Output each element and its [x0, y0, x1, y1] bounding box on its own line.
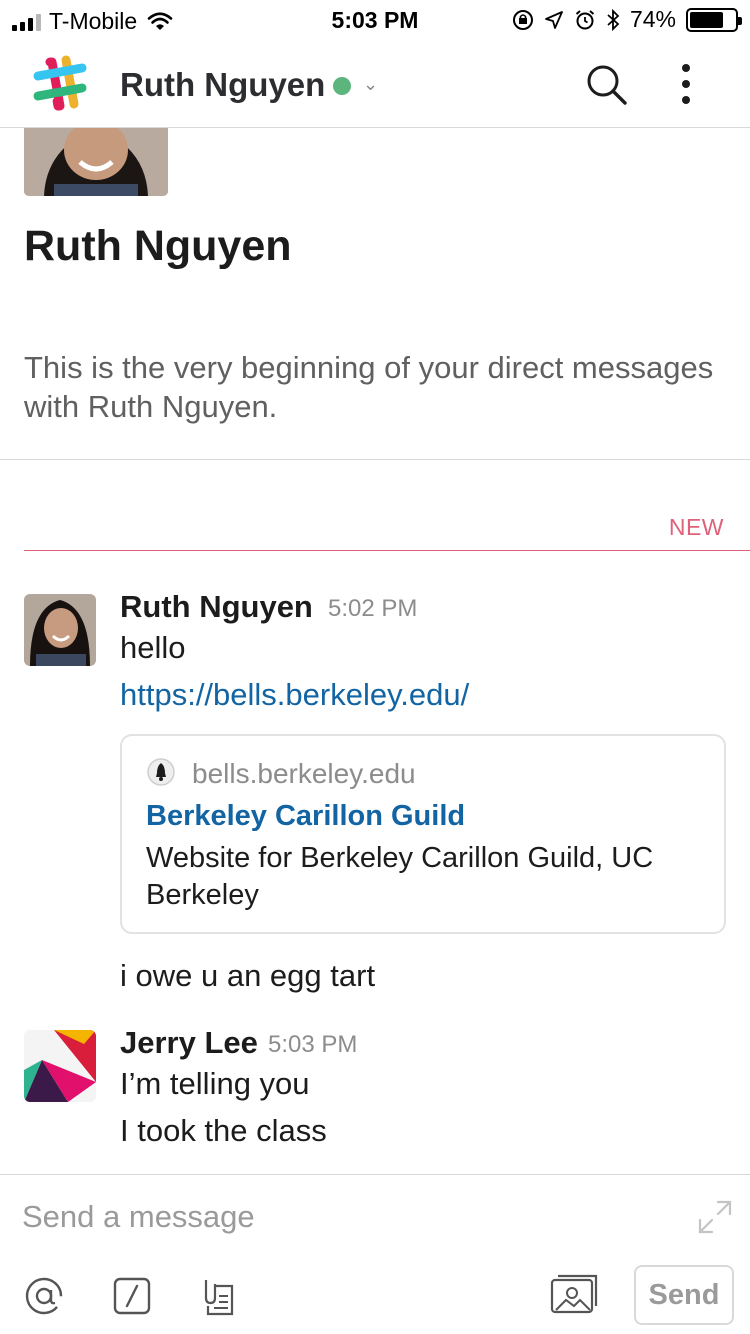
battery-nub — [738, 16, 742, 25]
bluetooth-icon — [607, 8, 620, 31]
slash-command-icon[interactable] — [112, 1276, 152, 1316]
link-preview-card[interactable]: bells.berkeley.edu Berkeley Carillon Gui… — [120, 734, 726, 934]
preview-domain: bells.berkeley.edu — [192, 758, 416, 789]
message-text: i owe u an egg tart — [120, 958, 376, 993]
message-text: I’m telling you — [120, 1066, 310, 1101]
intro-text: This is the very beginning of your direc… — [24, 350, 714, 424]
intro-avatar-photo — [24, 128, 168, 196]
message-author[interactable]: Ruth Nguyen — [120, 589, 313, 625]
slack-logo-icon[interactable] — [30, 54, 90, 114]
avatar-image — [24, 1030, 96, 1102]
intro-avatar — [24, 128, 168, 196]
photo-icon[interactable] — [550, 1272, 600, 1316]
new-messages-label: NEW — [668, 514, 724, 540]
message-author[interactable]: Jerry Lee — [120, 1025, 258, 1061]
header-title[interactable]: Ruth Nguyen — [120, 66, 325, 104]
presence-indicator — [333, 77, 351, 95]
chevron-down-icon[interactable]: ⌄ — [363, 74, 378, 95]
status-bar: T-Mobile 5:03 PM 74% — [0, 0, 750, 40]
message-link[interactable]: https://bells.berkeley.edu/ — [120, 677, 469, 713]
composer-divider — [0, 1174, 750, 1175]
new-messages-line — [24, 550, 750, 551]
more-vertical-icon[interactable] — [666, 62, 706, 106]
expand-icon[interactable] — [696, 1198, 734, 1236]
battery-percent: 74% — [629, 6, 676, 32]
preview-title[interactable]: Berkeley Carillon Guild — [146, 800, 465, 833]
intro-name: Ruth Nguyen — [24, 222, 292, 270]
message-text: hello — [120, 630, 186, 665]
avatar[interactable] — [24, 594, 96, 666]
mention-icon[interactable] — [24, 1276, 64, 1316]
channel-header: Ruth Nguyen ⌄ — [0, 40, 750, 128]
attachment-icon[interactable] — [198, 1276, 238, 1316]
location-icon — [545, 10, 563, 29]
message-time: 5:02 PM — [328, 595, 418, 622]
intro-divider — [0, 459, 750, 460]
preview-description: Website for Berkeley Carillon Guild, UC … — [146, 842, 654, 911]
avatar-photo — [24, 594, 96, 666]
message-input[interactable] — [22, 1196, 662, 1238]
battery-fill — [690, 11, 723, 28]
avatar[interactable] — [24, 1030, 96, 1102]
orientation-lock-icon — [512, 9, 533, 30]
alarm-icon — [575, 9, 595, 29]
message-time: 5:03 PM — [268, 1031, 358, 1058]
send-button[interactable]: Send — [634, 1265, 734, 1325]
search-icon[interactable] — [584, 62, 628, 106]
status-right: 74% — [512, 6, 742, 33]
battery-icon — [686, 7, 742, 32]
favicon-icon — [147, 758, 175, 786]
message-text: I took the class — [120, 1113, 327, 1148]
